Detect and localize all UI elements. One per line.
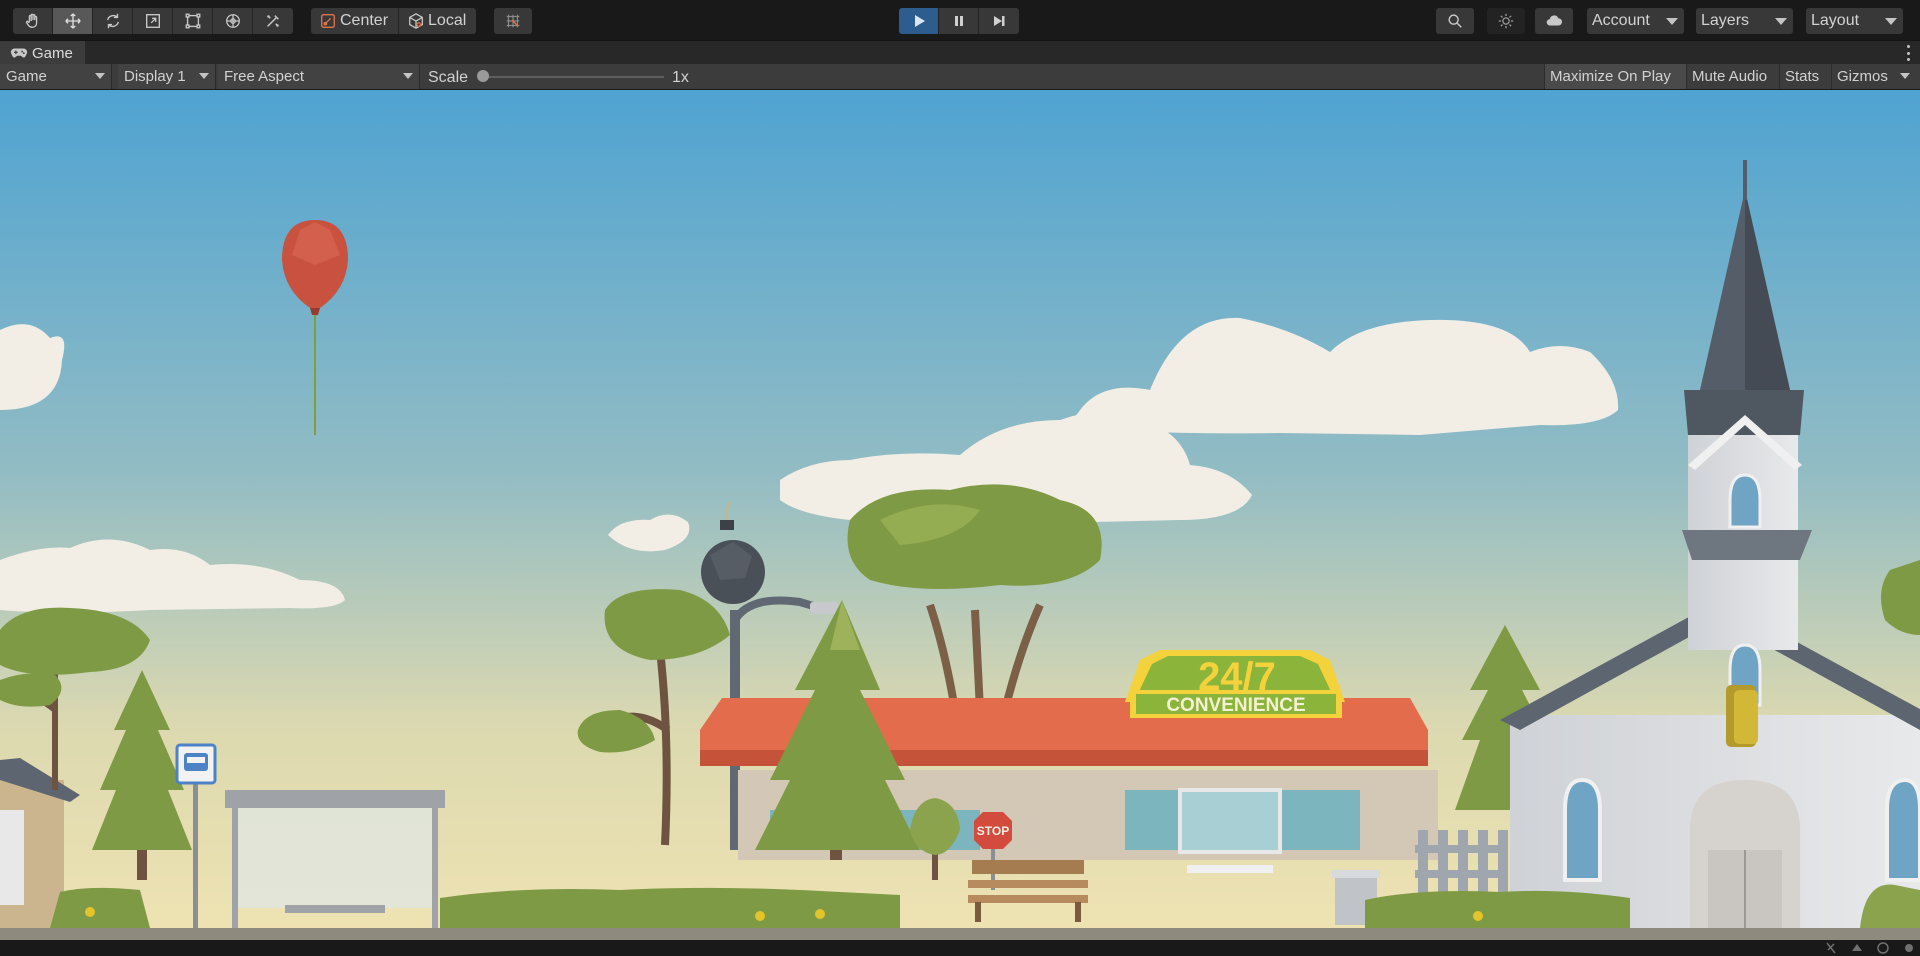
grid-snap-button[interactable] [494, 8, 532, 34]
cloud-icon [1546, 15, 1563, 26]
debug-icon[interactable] [1824, 941, 1838, 955]
layers-dropdown[interactable]: Layers [1696, 8, 1793, 34]
tab-game[interactable]: Game [0, 41, 85, 65]
aspect-dropdown[interactable]: Free Aspect [218, 64, 420, 89]
mute-audio-label: Mute Audio [1692, 68, 1768, 85]
gizmos-toggle[interactable]: Gizmos [1831, 64, 1893, 89]
layout-dropdown[interactable]: Layout [1806, 8, 1903, 34]
move-tool-button[interactable] [53, 8, 93, 34]
move-icon [64, 13, 81, 29]
bus-shelter [225, 790, 445, 928]
game-view-toolbar: Game Display 1 Free Aspect Scale 1x Maxi… [0, 64, 1920, 90]
store-sign-top: 24/7 [1198, 655, 1276, 699]
layers-label: Layers [1701, 12, 1750, 29]
display-dropdown[interactable]: Display 1 [118, 64, 216, 89]
collab-icon[interactable] [1850, 941, 1864, 955]
display-label: Display 1 [124, 68, 186, 85]
main-toolbar: Center Local Account Layers Layout [0, 0, 1920, 40]
hand-tool-button[interactable] [13, 8, 53, 34]
scale-slider-handle[interactable] [477, 70, 489, 82]
step-button[interactable] [979, 8, 1019, 34]
game-scene: 24/7 CONVENIENCE STOP [0, 90, 1920, 940]
step-icon [994, 16, 1005, 26]
account-label: Account [1592, 12, 1650, 29]
view-mode-dropdown[interactable]: Game [0, 64, 112, 89]
scale-label: Scale [428, 69, 469, 86]
view-mode-label: Game [6, 68, 47, 85]
cloud-button[interactable] [1535, 8, 1573, 34]
chevron-down-icon [1666, 18, 1678, 25]
gizmos-menu-chevron-icon[interactable] [1900, 73, 1910, 79]
tab-game-label: Game [32, 44, 73, 62]
stats-label: Stats [1785, 68, 1820, 85]
search-button[interactable] [1436, 8, 1474, 34]
pivot-local-label: Local [428, 12, 467, 29]
window-tab-bar: Game [0, 40, 1920, 65]
scale-tool-button[interactable] [133, 8, 173, 34]
settings-icon[interactable] [1902, 941, 1916, 955]
local-space-icon [409, 13, 423, 29]
scale-value: 1x [672, 69, 689, 86]
search-icon [1448, 14, 1462, 28]
game-controller-icon [10, 48, 28, 58]
mute-audio-toggle[interactable]: Mute Audio [1686, 64, 1779, 89]
gizmos-label: Gizmos [1837, 68, 1888, 85]
hand-icon [25, 13, 37, 28]
status-bar [0, 940, 1920, 956]
pause-icon [954, 16, 963, 26]
rect-tool-button[interactable] [173, 8, 213, 34]
transform-icon [225, 14, 240, 28]
game-viewport[interactable]: 24/7 CONVENIENCE STOP [0, 90, 1920, 940]
maximize-on-play-label: Maximize On Play [1550, 68, 1671, 85]
chevron-down-icon [403, 73, 413, 79]
transform-tool-button[interactable] [213, 8, 253, 34]
progress-icon[interactable] [1876, 941, 1890, 955]
aspect-label: Free Aspect [224, 68, 305, 85]
pivot-center-icon [321, 14, 335, 28]
scale-icon [145, 14, 160, 28]
pause-button[interactable] [939, 8, 979, 34]
chevron-down-icon [199, 73, 209, 79]
pivot-group: Center Local [311, 8, 477, 34]
stats-toggle[interactable]: Stats [1779, 64, 1831, 89]
chevron-down-icon [1775, 18, 1787, 25]
lighting-button[interactable] [1487, 8, 1525, 34]
pivot-local-button[interactable]: Local [399, 8, 477, 34]
play-icon [914, 15, 925, 27]
play-button[interactable] [899, 8, 939, 34]
account-dropdown[interactable]: Account [1587, 8, 1684, 34]
rotate-tool-button[interactable] [93, 8, 133, 34]
scale-slider[interactable] [482, 76, 664, 78]
playmode-controls [899, 8, 1019, 34]
chevron-down-icon [95, 73, 105, 79]
sun-icon [1498, 13, 1514, 29]
more-options-icon[interactable] [1906, 45, 1910, 61]
pivot-center-label: Center [340, 12, 389, 29]
grid-snap-icon [506, 14, 520, 28]
maximize-on-play-toggle[interactable]: Maximize On Play [1544, 64, 1686, 89]
custom-tool-button[interactable] [253, 8, 293, 34]
tools-icon [267, 15, 279, 27]
layout-label: Layout [1811, 12, 1860, 29]
status-icons [1824, 941, 1916, 955]
chevron-down-icon [1885, 18, 1897, 25]
rotate-icon [106, 13, 119, 29]
stop-sign-text: STOP [977, 824, 1009, 838]
rect-transform-icon [185, 13, 200, 29]
transform-tools-group [13, 8, 293, 34]
store-sign-bottom: CONVENIENCE [1166, 695, 1305, 716]
pivot-center-button[interactable]: Center [311, 8, 400, 34]
